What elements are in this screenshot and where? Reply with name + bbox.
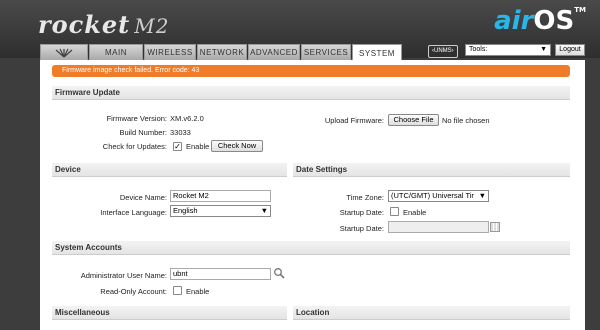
dropdown-arrow-icon: ▼ — [476, 191, 486, 201]
unms-badge[interactable]: ‹UNMS› — [428, 45, 458, 58]
search-key-icon[interactable] — [273, 267, 285, 279]
time-zone-label: Time Zone: — [346, 193, 384, 202]
airos-logo: airOSTM — [494, 6, 586, 36]
tab-system[interactable]: SYSTEM — [352, 44, 402, 61]
section-system-accounts: System Accounts — [52, 241, 570, 255]
startup-date-checkbox[interactable] — [390, 207, 399, 216]
admin-username-label: Administrator User Name: — [80, 271, 167, 280]
build-number-value: 33033 — [170, 128, 191, 137]
tab-services[interactable]: SERVICES — [301, 44, 351, 60]
upload-firmware-label: Upload Firmware: — [324, 116, 384, 125]
readonly-account-checkbox[interactable] — [173, 286, 182, 295]
interface-language-select[interactable]: English ▼ — [170, 205, 271, 217]
section-location: Location — [293, 306, 570, 320]
dropdown-arrow-icon: ▼ — [258, 206, 268, 216]
error-alert: Firmware image check failed. Error code:… — [52, 65, 570, 77]
ubiquiti-antenna-icon — [55, 48, 73, 57]
check-updates-enable-label: Enable — [186, 142, 210, 151]
brand-logo: rocket M2 — [38, 10, 170, 39]
main-tabs: MAIN WIRELESS NETWORK ADVANCED SERVICES … — [40, 44, 403, 61]
firmware-version-label: Firmware Version: — [106, 114, 167, 123]
no-file-chosen-text: No file chosen — [442, 116, 490, 125]
admin-username-input[interactable]: ubnt — [170, 268, 271, 280]
readonly-account-label: Read-Only Account: — [100, 287, 167, 296]
tab-advanced[interactable]: ADVANCED — [248, 44, 300, 60]
startup-date-input[interactable] — [388, 221, 489, 233]
dropdown-arrow-icon: ▼ — [540, 46, 547, 53]
check-now-button[interactable]: Check Now — [211, 140, 263, 152]
section-device: Device — [52, 163, 287, 177]
startup-date-label: Startup Date: — [339, 208, 384, 217]
time-zone-select[interactable]: (UTC/GMT) Universal Tir ▼ — [388, 190, 489, 202]
startup-date-field-label: Startup Date: — [339, 224, 384, 233]
tab-main[interactable]: MAIN — [89, 44, 143, 60]
startup-date-enable-label: Enable — [403, 208, 427, 217]
tab-network[interactable]: NETWORK — [197, 44, 247, 60]
build-number-label: Build Number: — [119, 128, 167, 137]
device-name-label: Device Name: — [119, 193, 167, 202]
logout-button[interactable]: Logout — [555, 44, 585, 56]
section-date-settings: Date Settings — [293, 163, 570, 177]
check-updates-label: Check for Updates: — [102, 142, 167, 151]
choose-file-button[interactable]: Choose File — [388, 114, 439, 126]
calendar-icon[interactable] — [490, 222, 500, 232]
tab-wireless[interactable]: WIRELESS — [144, 44, 196, 60]
section-firmware-update: Firmware Update — [52, 86, 570, 100]
device-name-input[interactable]: Rocket M2 — [170, 190, 271, 202]
tab-ubiquiti-logo[interactable] — [40, 44, 88, 60]
check-updates-checkbox[interactable]: ✓ — [173, 142, 182, 151]
interface-language-label: Interface Language: — [100, 208, 167, 217]
readonly-account-enable-label: Enable — [186, 287, 210, 296]
firmware-version-value: XM.v6.2.0 — [170, 114, 204, 123]
tools-select[interactable]: Tools: ▼ — [465, 44, 551, 56]
section-miscellaneous: Miscellaneous — [52, 306, 287, 320]
